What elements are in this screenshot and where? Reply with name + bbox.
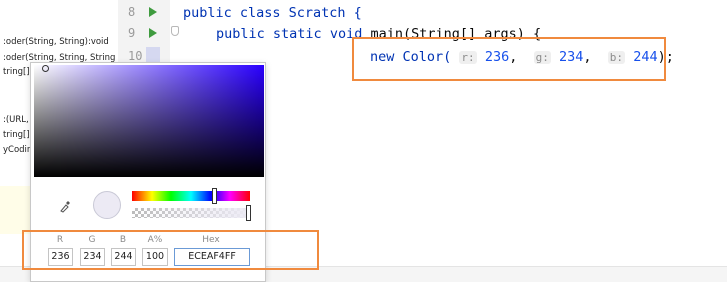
code-line-class[interactable]: public class Scratch { (183, 5, 362, 21)
r-value[interactable]: 236 (485, 49, 509, 65)
pipette-icon[interactable] (59, 199, 71, 217)
param-hint-g: g: (533, 51, 551, 64)
line-number: 9 (128, 26, 136, 40)
saturation-brightness-area[interactable] (34, 65, 264, 177)
alpha-slider[interactable] (132, 208, 250, 218)
gutter-current-line (146, 47, 160, 63)
b-value[interactable]: 244 (633, 49, 657, 65)
color-line-highlight: new Color( r: 236, g: 234, b: 244); (352, 37, 674, 81)
keyword: public (216, 26, 265, 42)
saturation-handle[interactable] (42, 65, 49, 72)
structure-item[interactable]: :oder(String, String):void (3, 36, 109, 48)
run-icon[interactable] (149, 28, 157, 38)
alpha-slider-handle[interactable] (246, 205, 251, 221)
comma: , (509, 49, 518, 65)
values-highlight (22, 230, 319, 270)
code-line-color[interactable]: new Color( r: 236, g: 234, b: 244); (370, 49, 674, 65)
hue-slider[interactable] (132, 191, 250, 201)
line-number: 10 (128, 49, 143, 63)
keyword: public class Scratch { (183, 5, 362, 21)
structure-item[interactable]: :(URL, (3, 114, 29, 126)
structure-item[interactable]: yCodin (3, 144, 32, 156)
param-hint-r: r: (459, 51, 477, 64)
color-preview-swatch (93, 191, 121, 219)
param-hint-b: b: (607, 51, 626, 64)
keyword: static (272, 26, 322, 42)
line-number: 8 (128, 5, 136, 19)
code-text: new Color( (370, 49, 452, 65)
bookmark-icon[interactable] (171, 26, 179, 36)
comma: , (583, 49, 592, 65)
g-value[interactable]: 234 (559, 49, 583, 65)
run-icon[interactable] (149, 7, 157, 17)
code-text: ); (657, 49, 674, 65)
hue-slider-handle[interactable] (212, 188, 217, 204)
